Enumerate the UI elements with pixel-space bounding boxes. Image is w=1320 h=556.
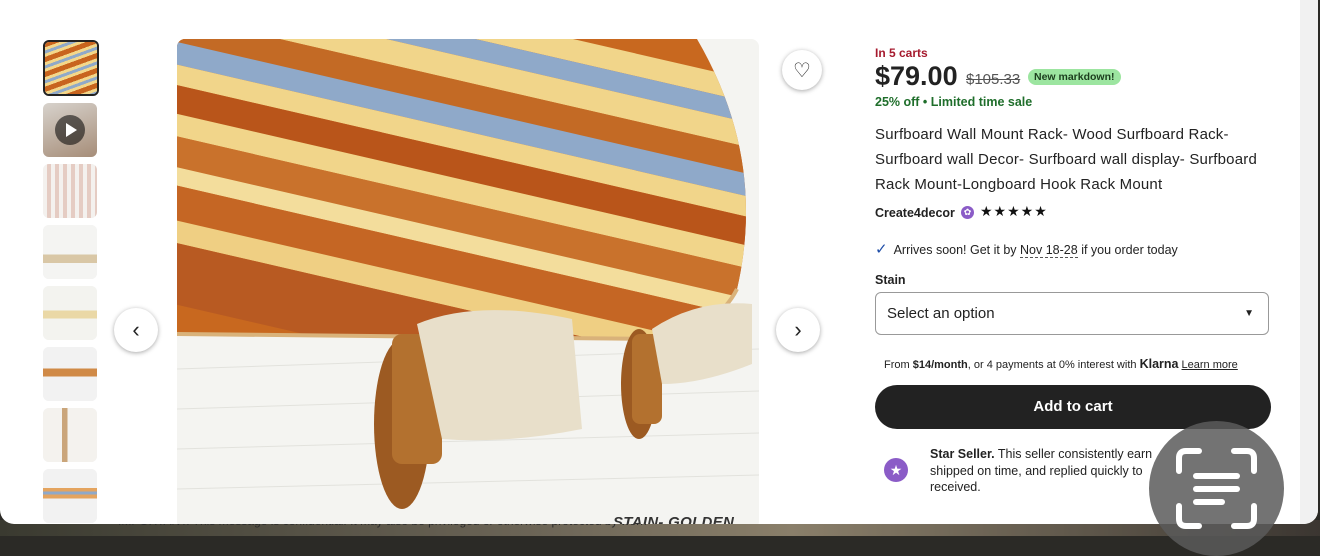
image-caption: STAIN- GOLDEN OAK [613, 514, 735, 524]
text-scan-icon [1176, 448, 1257, 529]
delivery-estimate: ✓ Arrives soon! Get it by Nov 18-28 if yo… [875, 240, 1178, 258]
klarna-amount: $14/month [912, 359, 968, 371]
original-price: $105.33 [966, 71, 1021, 88]
thumbnail-7[interactable] [43, 408, 97, 462]
stain-label: Stain [875, 273, 906, 287]
klarna-from: From [884, 359, 910, 371]
rating-stars[interactable]: ★★★★★ [980, 203, 1048, 220]
star-seller-badge-icon: ✿ [961, 206, 974, 219]
thumbnail-4[interactable] [43, 225, 97, 279]
thumbnail-list [43, 40, 99, 524]
markdown-badge: New markdown! [1028, 69, 1121, 85]
current-price: $79.00 [875, 61, 958, 91]
star-seller-title: Star Seller. [930, 447, 995, 461]
play-icon [55, 115, 85, 145]
thumbnail-6[interactable] [43, 347, 97, 401]
product-card: STAIN- GOLDEN OAK ‹ › ♡ In 5 carts $79.0… [0, 0, 1318, 524]
delivery-suffix: if you order today [1081, 243, 1178, 257]
stain-select[interactable]: Select an option ▼ [875, 292, 1269, 335]
star-seller-icon: ★ [884, 458, 908, 482]
favorite-button[interactable]: ♡ [782, 50, 822, 90]
klarna-financing: From $14/month, or 4 payments at 0% inte… [884, 357, 1238, 371]
next-image-button[interactable]: › [776, 308, 820, 352]
shop-name-link[interactable]: Create4decor [875, 206, 955, 220]
heart-icon: ♡ [793, 59, 811, 82]
thumbnail-8[interactable] [43, 469, 97, 523]
product-title: Surfboard Wall Mount Rack- Wood Surfboar… [875, 126, 1258, 193]
main-product-image[interactable]: STAIN- GOLDEN OAK [177, 39, 759, 524]
klarna-logo: Klarna [1139, 357, 1179, 371]
caret-down-icon: ▼ [1244, 308, 1254, 319]
klarna-learn-more-link[interactable]: Learn more [1182, 359, 1238, 371]
in-carts-alert: In 5 carts [875, 46, 928, 60]
surfboard-illustration [177, 39, 759, 524]
thumbnail-1[interactable] [43, 40, 99, 96]
right-gutter [1300, 0, 1318, 524]
sale-info: 25% off • Limited time sale [875, 95, 1033, 109]
thumbnail-5[interactable] [43, 286, 97, 340]
delivery-prefix: Arrives soon! Get it by [893, 243, 1017, 257]
klarna-rest: , or 4 payments at 0% interest with [967, 359, 1137, 371]
previous-image-button[interactable]: ‹ [114, 308, 158, 352]
thumbnail-video[interactable] [43, 103, 97, 157]
chevron-right-icon: › [794, 317, 802, 342]
thumbnail-3[interactable] [43, 164, 97, 218]
star-seller-info: Star Seller. This seller consistently ea… [930, 446, 1180, 496]
chevron-left-icon: ‹ [132, 317, 140, 342]
delivery-dates[interactable]: Nov 18-28 [1020, 243, 1078, 258]
checkmark-icon: ✓ [875, 241, 888, 258]
stain-select-value: Select an option [887, 305, 995, 322]
